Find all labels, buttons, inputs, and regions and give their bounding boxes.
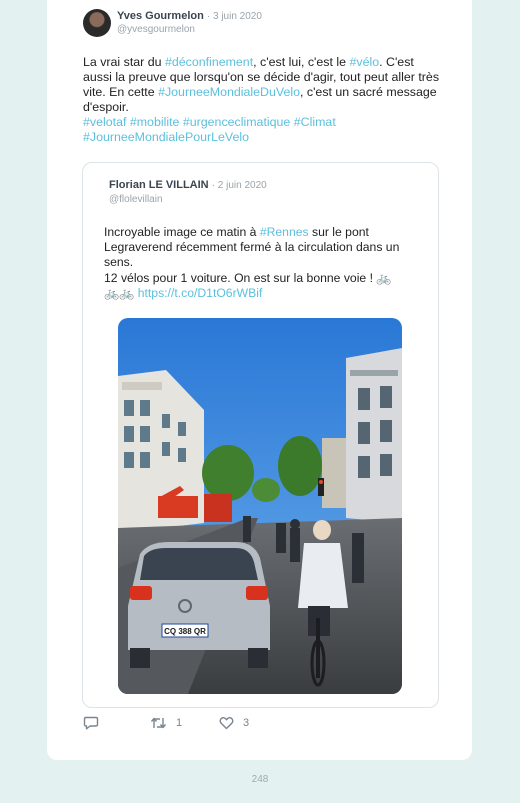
reply-icon <box>83 716 99 730</box>
tweet-text: La vrai star du #déconfinement, c'est lu… <box>83 55 443 145</box>
quoted-text-part: Incroyable image ce matin à <box>104 225 260 239</box>
quoted-author-name[interactable]: Florian LE VILLAIN <box>109 179 209 191</box>
street-photo-illustration: CQ 388 QR <box>118 318 402 694</box>
hashtag-links[interactable]: #velotaf #mobilite #urgenceclimatique #C… <box>83 115 336 129</box>
author-name[interactable]: Yves Gourmelon <box>117 10 204 22</box>
hashtag-link[interactable]: #JourneeMondialeDuVelo <box>158 85 300 99</box>
hashtag-link[interactable]: #déconfinement <box>165 55 253 69</box>
street-photo[interactable]: CQ 388 QR <box>118 318 402 694</box>
tweet-text-part: La vrai star du <box>83 55 165 69</box>
quoted-header: Florian LE VILLAIN · 2 juin 2020 <box>109 179 267 191</box>
tweet-date[interactable]: · 3 juin 2020 <box>207 11 262 22</box>
reply-action[interactable] <box>83 716 108 730</box>
page-number: 248 <box>251 774 269 785</box>
retweet-icon <box>150 717 167 729</box>
avatar[interactable] <box>83 9 111 37</box>
bicycle-emoji: 🚲🚲 <box>104 285 135 300</box>
hashtag-link[interactable]: #JourneeMondialePourLeVelo <box>83 130 249 144</box>
hashtag-link[interactable]: #Rennes <box>260 225 309 239</box>
quoted-text: Incroyable image ce matin à #Rennes sur … <box>104 225 422 301</box>
heart-icon <box>219 717 234 730</box>
quoted-tweet[interactable]: Florian LE VILLAIN · 2 juin 2020 @flolev… <box>82 162 439 708</box>
bicycle-emoji: 🚲 <box>376 270 392 285</box>
quoted-date[interactable]: · 2 juin 2020 <box>212 180 267 191</box>
author-handle[interactable]: @yvesgourmelon <box>117 24 195 35</box>
hashtag-link[interactable]: #vélo <box>349 55 379 69</box>
quoted-handle[interactable]: @flolevillain <box>109 194 163 205</box>
tweet-header: Yves Gourmelon · 3 juin 2020 <box>117 10 262 22</box>
tweet-url-link[interactable]: https://t.co/D1tO6rWBif <box>138 286 263 300</box>
like-action[interactable]: 3 <box>219 716 249 730</box>
tweet-text-part: , c'est lui, c'est le <box>253 55 350 69</box>
quoted-text-part: 12 vélos pour 1 voiture. On est sur la b… <box>104 270 377 285</box>
retweet-count: 1 <box>176 717 183 729</box>
like-count: 3 <box>243 717 250 729</box>
license-plate: CQ 388 QR <box>164 627 206 636</box>
retweet-action[interactable]: 1 <box>150 716 182 730</box>
